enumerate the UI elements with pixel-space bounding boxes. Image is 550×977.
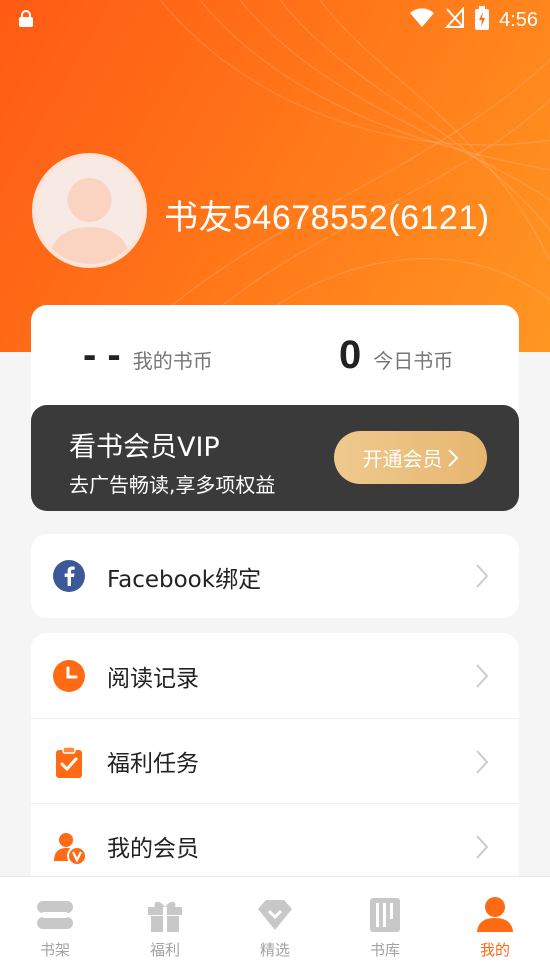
- battery-charging-icon: [475, 6, 490, 34]
- menu-item-welfare-tasks[interactable]: 福利任务: [31, 718, 519, 803]
- library-icon: [370, 898, 400, 932]
- my-coins-label: 我的书币: [132, 349, 213, 373]
- facebook-bind-label: Facebook绑定: [107, 566, 262, 593]
- tab-label: 福利: [149, 941, 180, 959]
- menu-card: 阅读记录 福利任务 我的会员: [31, 633, 519, 893]
- vip-banner[interactable]: 看书会员VIP 去广告畅读,享多项权益 开通会员: [31, 405, 519, 511]
- tab-label: 我的: [479, 941, 510, 959]
- tab-label: 书架: [39, 941, 70, 959]
- today-coins-value: 0: [339, 333, 362, 377]
- diamond-icon: [258, 900, 292, 930]
- no-signal-icon: [444, 6, 465, 33]
- my-coins[interactable]: - - 我的书币: [83, 333, 213, 378]
- open-vip-button[interactable]: 开通会员: [334, 431, 487, 484]
- facebook-bind-card: Facebook绑定: [31, 534, 519, 618]
- tab-welfare[interactable]: 福利: [110, 877, 220, 977]
- today-coins[interactable]: 0 今日书币: [339, 333, 453, 378]
- tab-bookshelf[interactable]: 书架: [0, 877, 110, 977]
- chevron-right-icon: [476, 750, 489, 774]
- avatar[interactable]: [32, 153, 147, 268]
- facebook-icon: [53, 560, 85, 592]
- clipboard-check-icon: [53, 746, 85, 778]
- vip-subtitle: 去广告畅读,享多项权益: [69, 473, 276, 497]
- tab-label: 精选: [259, 941, 290, 959]
- status-time: 4:56: [499, 8, 538, 31]
- my-coins-value: - -: [83, 333, 121, 377]
- menu-item-label: 我的会员: [107, 836, 199, 862]
- member-icon: [53, 831, 87, 866]
- open-vip-button-label: 开通会员: [362, 447, 443, 471]
- bottom-tab-bar: 书架 福利 精选 书库 我的: [0, 876, 550, 977]
- tab-featured[interactable]: 精选: [220, 877, 330, 977]
- chevron-right-icon: [476, 835, 489, 859]
- bookshelf-icon: [37, 901, 73, 929]
- chevron-right-icon: [476, 564, 489, 588]
- person-icon: [477, 897, 513, 932]
- tab-mine[interactable]: 我的: [440, 877, 550, 977]
- clock-icon: [53, 660, 85, 692]
- facebook-bind-row[interactable]: Facebook绑定: [31, 534, 519, 618]
- username[interactable]: 书友54678552(6121): [164, 190, 490, 239]
- wifi-icon: [409, 8, 435, 32]
- lock-notification-icon: [18, 10, 34, 32]
- chevron-right-icon: [447, 448, 458, 467]
- chevron-right-icon: [476, 664, 489, 688]
- menu-item-label: 阅读记录: [107, 665, 199, 692]
- status-bar: 4:56: [0, 0, 550, 38]
- tab-label: 书库: [369, 941, 400, 959]
- menu-item-reading-history[interactable]: 阅读记录: [31, 633, 519, 718]
- tab-library[interactable]: 书库: [330, 877, 440, 977]
- today-coins-label: 今日书币: [373, 349, 454, 373]
- gift-icon: [148, 901, 182, 932]
- vip-title: 看书会员VIP: [69, 432, 220, 463]
- menu-item-label: 福利任务: [107, 751, 199, 777]
